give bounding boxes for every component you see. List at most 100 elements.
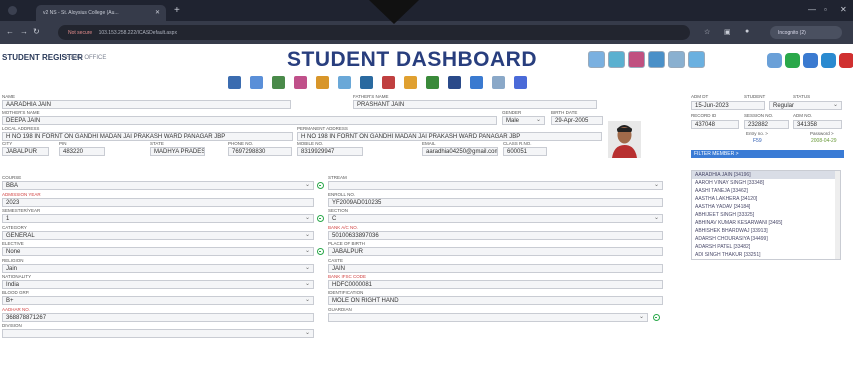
session-no-field[interactable]: 232882 — [744, 120, 789, 129]
money-icon[interactable] — [426, 76, 439, 89]
permanent-address-field[interactable]: H NO 198 IN FORNT ON GANDHI MADAN JAI PR… — [297, 132, 602, 141]
member-list-scrollbar[interactable] — [835, 171, 840, 259]
top-action-2-icon[interactable] — [608, 51, 625, 68]
top-action-1-icon[interactable] — [588, 51, 605, 68]
bus-icon[interactable] — [360, 76, 373, 89]
top-action-4-icon[interactable] — [648, 51, 665, 68]
guardian-select[interactable] — [328, 313, 648, 322]
report-icon[interactable] — [448, 76, 461, 89]
browser-tab[interactable]: v2 NS - St. Aloysius College (Au... ✕ — [36, 5, 166, 21]
top-action-3-icon[interactable] — [628, 51, 645, 68]
group-icon[interactable] — [272, 76, 285, 89]
member-list-item[interactable]: ADARSH CHOURASIYA [34499] — [692, 235, 840, 243]
member-list-item[interactable]: AARADHIA JAIN [34196] — [692, 171, 840, 179]
pen-icon[interactable] — [316, 76, 329, 89]
filter-member-bar[interactable]: FILTER MEMBER > — [691, 150, 844, 158]
refresh-icon[interactable] — [785, 53, 800, 68]
certificate-icon[interactable] — [492, 76, 505, 89]
nationality-select[interactable]: India — [2, 280, 314, 289]
undo-icon[interactable] — [767, 53, 782, 68]
city-field[interactable]: JABALPUR — [2, 147, 49, 156]
adm-no-field[interactable]: 341358 — [793, 120, 842, 129]
add-semester-icon[interactable] — [317, 215, 324, 222]
settings-icon[interactable] — [514, 76, 527, 89]
upload-icon[interactable] — [470, 76, 483, 89]
name-field[interactable]: AARADHIA JAIN — [2, 100, 291, 109]
forward-icon[interactable]: → — [20, 27, 28, 36]
admission-year-field[interactable]: 2023 — [2, 198, 314, 207]
local-address-field[interactable]: H NO 198 IN FORNT ON GANDHI MADAN JAI PR… — [2, 132, 293, 141]
email-field[interactable]: aaradhia04250@gmail.com — [422, 147, 498, 156]
top-action-6-icon[interactable] — [688, 51, 705, 68]
add-guardian-icon[interactable] — [653, 314, 660, 321]
birth-date-field[interactable]: 29-Apr-2005 — [551, 116, 603, 125]
status-label: STATUS — [793, 94, 811, 99]
mothers-name-label: MOTHER'S NAME — [2, 110, 40, 115]
religion-select[interactable]: Jain — [2, 264, 314, 273]
address-bar[interactable]: Not secure 103.153.258.222/ICASDefault.a… — [58, 25, 690, 40]
reload-icon[interactable]: ↻ — [33, 27, 40, 36]
blood-group-select[interactable]: B+ — [2, 296, 314, 305]
power-icon[interactable] — [839, 53, 853, 68]
book-icon[interactable] — [338, 76, 351, 89]
member-list-item[interactable]: ABHINAV KUMAR KESARWANI [3465] — [692, 219, 840, 227]
enroll-field[interactable]: YF2009AD010235 — [328, 198, 663, 207]
member-list[interactable]: AARADHIA JAIN [34196] AAROH VINAY SINGH [… — [691, 170, 841, 260]
course-select[interactable]: BBA — [2, 181, 314, 190]
category-select[interactable]: GENERAL — [2, 231, 314, 240]
record-id-label: RECORD ID — [691, 113, 717, 118]
record-id-field[interactable]: 437048 — [691, 120, 739, 129]
member-list-item[interactable]: AASHI TANEJA [33462] — [692, 187, 840, 195]
member-list-item[interactable]: ADARSH PATEL [33482] — [692, 243, 840, 251]
semester-select[interactable]: 1 — [2, 214, 314, 223]
minimize-icon[interactable]: — — [808, 5, 816, 14]
member-list-item[interactable]: ADI SINGH THAKUR [33251] — [692, 251, 840, 259]
birth-place-field[interactable]: JABALPUR — [328, 247, 663, 256]
folder-icon[interactable] — [294, 76, 307, 89]
mobile-field[interactable]: 8319929947 — [297, 147, 363, 156]
profile-icon[interactable]: ● — [745, 28, 749, 35]
fathers-name-field[interactable]: PRASHANT JAIN — [353, 100, 597, 109]
member-list-item[interactable]: ABHISHEK BHARDWAJ [33913] — [692, 227, 840, 235]
member-list-item[interactable]: AASTHA LAKHERA [34120] — [692, 195, 840, 203]
top-action-5-icon[interactable] — [668, 51, 685, 68]
calendar-icon[interactable] — [250, 76, 263, 89]
elective-select[interactable]: None — [2, 247, 314, 256]
gender-select[interactable]: Male — [502, 116, 545, 125]
restore-icon[interactable] — [821, 53, 836, 68]
class-roll-field[interactable]: 600051 — [503, 147, 547, 156]
new-tab-icon[interactable]: + — [174, 5, 180, 16]
star-icon[interactable]: ☆ — [704, 28, 710, 36]
browser-menu-icon[interactable] — [8, 6, 17, 15]
pin-field[interactable]: 483220 — [59, 147, 105, 156]
stream-select[interactable] — [328, 181, 663, 190]
add-course-icon[interactable] — [317, 182, 324, 189]
help-icon[interactable] — [803, 53, 818, 68]
bag-icon[interactable] — [404, 76, 417, 89]
member-list-item[interactable]: AASTHA YADAV [34184] — [692, 203, 840, 211]
division-select[interactable] — [2, 329, 314, 338]
close-tab-icon[interactable]: ✕ — [155, 9, 160, 16]
identification-field[interactable]: MOLE ON RIGHT HAND — [328, 296, 663, 305]
adm-dt-field[interactable]: 15-Jun-2023 — [691, 101, 765, 110]
password-label: Password > — [810, 131, 834, 136]
phone-field[interactable]: 7697298830 — [228, 147, 292, 156]
mothers-name-field[interactable]: DEEPA JAIN — [2, 116, 497, 125]
sidebar-icon[interactable]: ▣ — [724, 28, 731, 36]
restore-icon[interactable]: ▫ — [824, 5, 827, 14]
member-list-item[interactable]: AAROH VINAY SINGH [33348] — [692, 179, 840, 187]
close-window-icon[interactable]: ✕ — [840, 5, 847, 14]
member-list-item[interactable]: ABHIJEET SINGH [33325] — [692, 211, 840, 219]
state-field[interactable]: MADHYA PRADESH — [150, 147, 205, 156]
section-select[interactable]: C — [328, 214, 663, 223]
aadhar-field[interactable]: 368878871267 — [2, 313, 314, 322]
status-select[interactable]: Regular — [769, 101, 842, 110]
caste-field[interactable]: JAIN — [328, 264, 663, 273]
back-icon[interactable]: ← — [6, 27, 14, 36]
student-icon[interactable] — [228, 76, 241, 89]
bank-ac-field[interactable]: 50100633897036 — [328, 231, 663, 240]
ifsc-field[interactable]: HDFC0000081 — [328, 280, 663, 289]
add-elective-icon[interactable] — [317, 248, 324, 255]
incognito-badge[interactable]: Incognito (2) — [770, 26, 842, 39]
document-icon[interactable] — [382, 76, 395, 89]
